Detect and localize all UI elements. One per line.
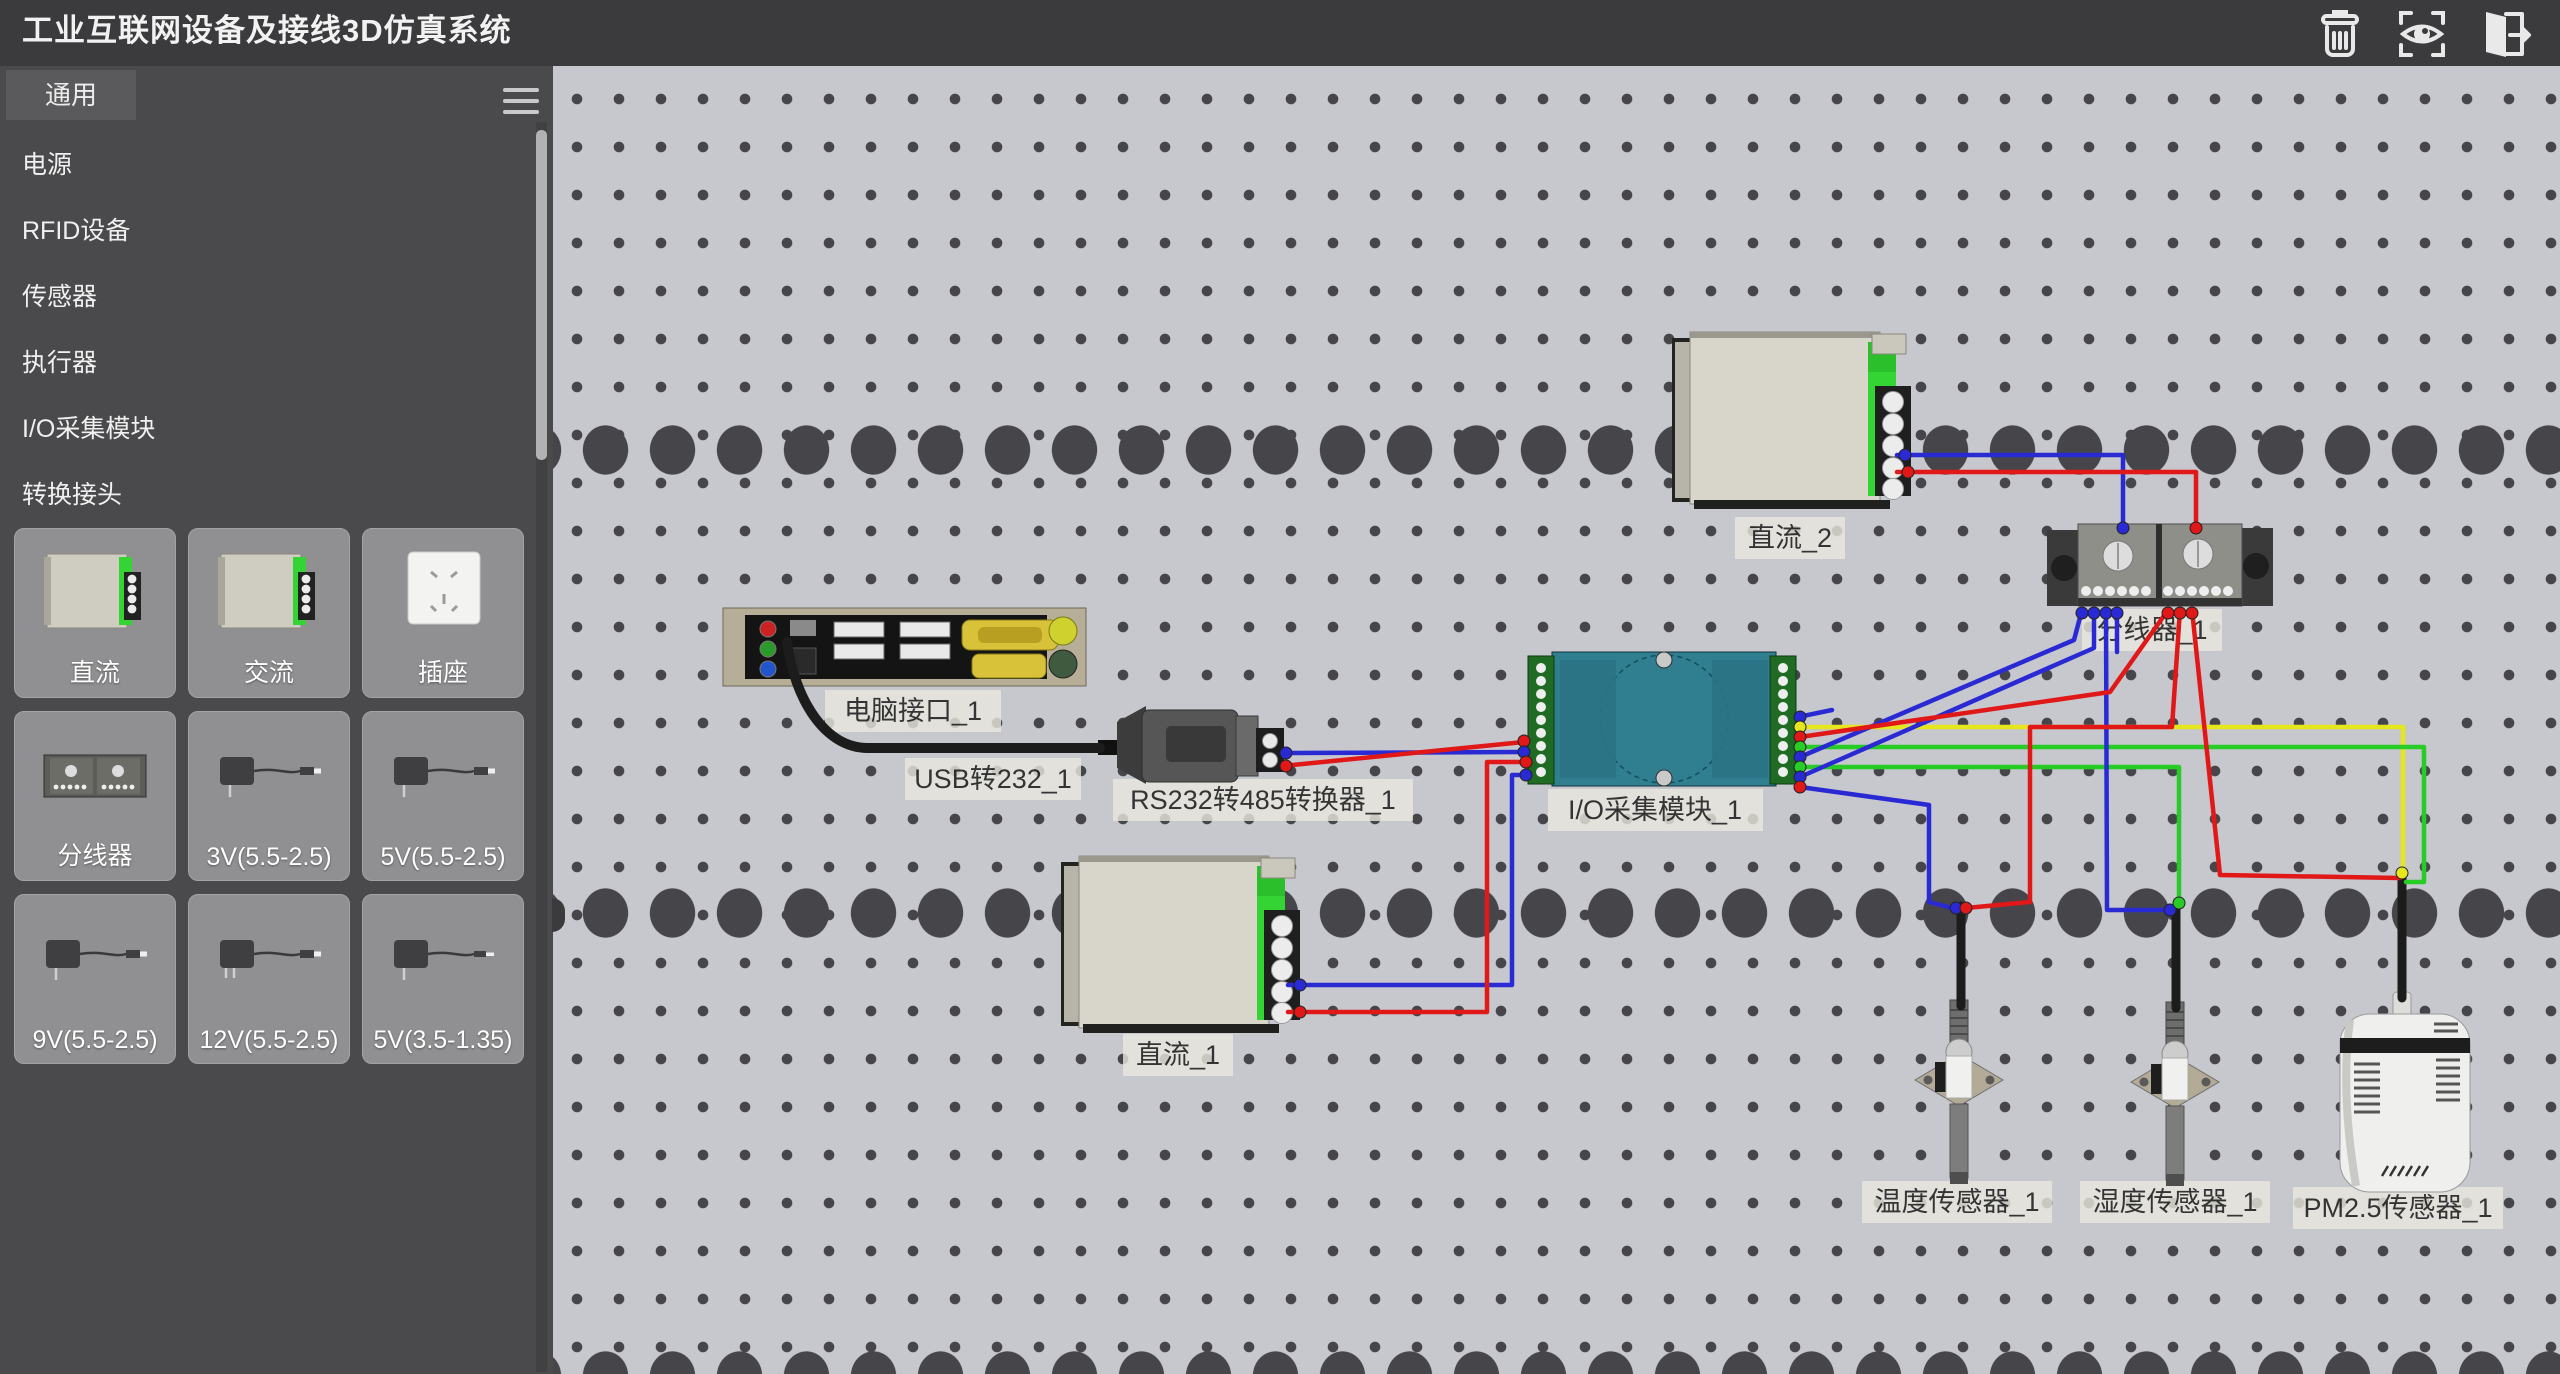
palette-tile-ac[interactable]: 交流 — [188, 528, 350, 698]
canvas-3d-viewport[interactable]: 直流_2 分线器_1 电脑接口_1 USB转232_1 RS232转485转换器… — [553, 66, 2560, 1374]
app-window: 工业互联网设备及接线3D仿真系统 — [0, 0, 2560, 1374]
adapter-thumbnail — [15, 903, 175, 1013]
splitter-thumbnail — [15, 720, 175, 830]
sidebar-scrollbar[interactable] — [536, 122, 547, 1372]
component-sidebar: 通用 电源 RFID设备 传感器 执行器 I/O采集模块 转换接头 — [0, 66, 553, 1374]
wire-blue[interactable] — [1897, 455, 2123, 530]
device-humidity-sensor[interactable] — [2131, 1002, 2219, 1186]
app-title: 工业互联网设备及接线3D仿真系统 — [22, 0, 512, 66]
device-pm25-sensor[interactable] — [2340, 992, 2470, 1192]
sidebar-item-io-module[interactable]: I/O采集模块 — [0, 396, 520, 462]
device-label: USB转232_1 — [905, 758, 1081, 800]
view-eye-icon[interactable] — [2394, 6, 2450, 62]
adapter-thumbnail — [189, 903, 349, 1013]
palette-tile-9v-adapter[interactable]: 9V(5.5-2.5) — [14, 894, 176, 1064]
svg-text:USB转232_1: USB转232_1 — [914, 764, 1072, 794]
ac-power-thumbnail — [189, 537, 349, 647]
device-temperature-sensor[interactable] — [1915, 1000, 2003, 1184]
device-label: 温度传感器_1 — [1862, 1181, 2052, 1223]
menu-hamburger-icon[interactable] — [503, 88, 539, 116]
sidebar-item-adapter[interactable]: 转换接头 — [0, 462, 520, 528]
device-io-module[interactable] — [1528, 652, 1796, 786]
wire-red[interactable] — [1897, 472, 2196, 530]
scene-svg: 直流_2 分线器_1 电脑接口_1 USB转232_1 RS232转485转换器… — [553, 66, 2560, 1374]
device-splitter[interactable] — [2047, 524, 2273, 606]
sidebar-item-rfid[interactable]: RFID设备 — [0, 198, 520, 264]
sidebar-scrollbar-thumb[interactable] — [536, 130, 547, 460]
palette-tile-12v-adapter[interactable]: 12V(5.5-2.5) — [188, 894, 350, 1064]
wire-red[interactable] — [2192, 610, 2400, 878]
adapter-thumbnail — [363, 720, 523, 830]
category-menu: 电源 RFID设备 传感器 执行器 I/O采集模块 转换接头 — [0, 132, 520, 528]
palette-tile-3v-adapter[interactable]: 3V(5.5-2.5) — [188, 711, 350, 881]
sidebar-item-actuator[interactable]: 执行器 — [0, 330, 520, 396]
adapter-thumbnail — [189, 720, 349, 830]
app-header: 工业互联网设备及接线3D仿真系统 — [0, 0, 2560, 66]
device-label: 电脑接口_1 — [825, 690, 1001, 732]
palette-tile-5v-adapter[interactable]: 5V(5.5-2.5) — [362, 711, 524, 881]
device-label: 直流_1 — [1123, 1034, 1233, 1076]
sidebar-item-sensor[interactable]: 传感器 — [0, 264, 520, 330]
socket-thumbnail — [363, 537, 523, 647]
palette-tile-5v-small-adapter[interactable]: 5V(3.5-1.35) — [362, 894, 524, 1064]
svg-text:电脑接口_1: 电脑接口_1 — [844, 696, 982, 726]
svg-text:直流_1: 直流_1 — [1136, 1040, 1220, 1070]
wire-red[interactable] — [1966, 610, 2180, 908]
svg-text:PM2.5传感器_1: PM2.5传感器_1 — [2303, 1193, 2492, 1223]
device-label: I/O采集模块_1 — [1548, 789, 1763, 831]
palette-tile-socket[interactable]: 插座 — [362, 528, 524, 698]
adapter-thumbnail — [363, 903, 523, 1013]
device-label: 湿度传感器_1 — [2080, 1181, 2270, 1223]
palette-tile-dc[interactable]: 直流 — [14, 528, 176, 698]
svg-text:温度传感器_1: 温度传感器_1 — [1874, 1187, 2039, 1217]
wire-green[interactable] — [1798, 767, 2179, 906]
device-label: PM2.5传感器_1 — [2293, 1187, 2503, 1229]
wire-blue[interactable] — [1800, 787, 1952, 908]
svg-text:湿度传感器_1: 湿度传感器_1 — [2092, 1187, 2257, 1217]
delete-trash-icon[interactable] — [2312, 6, 2368, 62]
palette-tile-splitter[interactable]: 分线器 — [14, 711, 176, 881]
device-label: RS232转485转换器_1 — [1113, 779, 1413, 821]
dc-power-thumbnail — [15, 537, 175, 647]
svg-text:I/O采集模块_1: I/O采集模块_1 — [1568, 795, 1742, 825]
wire-blue[interactable] — [1800, 610, 2082, 757]
device-dc-power-1[interactable] — [1061, 856, 1300, 1033]
device-label: 直流_2 — [1735, 517, 1845, 559]
device-dc-power-2[interactable] — [1672, 332, 1911, 509]
svg-text:直流_2: 直流_2 — [1748, 523, 1832, 553]
exit-door-icon[interactable] — [2476, 6, 2532, 62]
svg-text:RS232转485转换器_1: RS232转485转换器_1 — [1130, 785, 1396, 815]
device-pc-interface[interactable] — [723, 608, 1086, 686]
tab-general[interactable]: 通用 — [6, 70, 136, 120]
device-rs232-485-converter[interactable] — [1098, 706, 1284, 784]
sidebar-item-power[interactable]: 电源 — [0, 132, 520, 198]
